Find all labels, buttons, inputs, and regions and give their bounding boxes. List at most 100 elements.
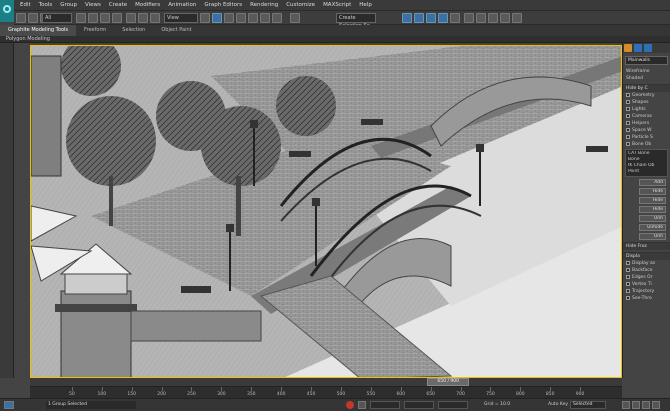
ribbon-tab-selection[interactable]: Selection <box>114 25 153 36</box>
time-slider-knob[interactable]: 650 / 900 <box>427 378 470 386</box>
ribbon-tab-graphite-modeling-tools[interactable]: Graphite Modeling Tools <box>0 25 77 36</box>
display-checkbox[interactable]: Vertex Ti <box>623 281 670 288</box>
angle-snap-icon[interactable] <box>248 13 258 23</box>
category-checkbox[interactable]: Space W <box>623 127 670 134</box>
ribbon-tab-object-paint[interactable]: Object Paint <box>153 25 199 36</box>
y-coordinate-field[interactable] <box>404 401 434 409</box>
category-checkbox[interactable]: Shapes <box>623 99 670 106</box>
command-button[interactable]: Unhide <box>639 224 666 231</box>
undo-icon[interactable] <box>16 13 26 23</box>
category-list[interactable]: CAT Bone Bone IK Chain Ob Point <box>625 149 668 177</box>
window-crossing-icon[interactable] <box>112 13 122 23</box>
auto-key-button[interactable]: Auto Key <box>548 402 568 407</box>
mirror-icon[interactable] <box>402 13 412 23</box>
move-icon[interactable] <box>126 13 136 23</box>
category-checkbox[interactable]: Bone Ob <box>623 141 670 148</box>
menu-help[interactable]: Help <box>359 1 372 10</box>
menu-group[interactable]: Group <box>60 1 77 10</box>
modify-tab-icon[interactable] <box>634 44 642 52</box>
scale-icon[interactable] <box>150 13 160 23</box>
layer-manager-icon[interactable] <box>426 13 436 23</box>
go-to-end-icon[interactable] <box>652 401 660 409</box>
lock-selection-icon[interactable] <box>346 401 354 409</box>
redo-icon[interactable] <box>28 13 38 23</box>
rect-select-icon[interactable] <box>100 13 110 23</box>
schematic-view-icon[interactable] <box>464 13 474 23</box>
menu-tools[interactable]: Tools <box>39 1 53 10</box>
menu-edit[interactable]: Edit <box>20 1 31 10</box>
pivot-icon[interactable] <box>200 13 210 23</box>
menu-create[interactable]: Create <box>109 1 127 10</box>
menu-customize[interactable]: Customize <box>286 1 315 10</box>
keyboard-shortcut-icon[interactable] <box>224 13 234 23</box>
display-checkbox[interactable]: Trajectory <box>623 288 670 295</box>
key-mode-dropdown[interactable]: Selected <box>570 401 606 409</box>
create-tab-icon[interactable] <box>624 44 632 52</box>
app-logo[interactable] <box>0 0 14 22</box>
menu-modifiers[interactable]: Modifiers <box>135 1 160 10</box>
spinner-snap-icon[interactable] <box>272 13 282 23</box>
menu-graph-editors[interactable]: Graph Editors <box>204 1 242 10</box>
list-item[interactable]: Point <box>627 169 666 175</box>
menu-maxscript[interactable]: MAXScript <box>323 1 351 10</box>
display-checkbox[interactable]: Backface <box>623 267 670 274</box>
command-button[interactable]: Add <box>639 179 666 186</box>
command-button[interactable]: Unh <box>639 233 666 240</box>
menu-animation[interactable]: Animation <box>168 1 196 10</box>
rotate-icon[interactable] <box>138 13 148 23</box>
menu-views[interactable]: Views <box>85 1 101 10</box>
align-icon[interactable] <box>414 13 424 23</box>
command-button[interactable]: Unh <box>639 215 666 222</box>
tick-label: 250 <box>187 392 196 397</box>
hide-frozen-label[interactable]: Hide Froz <box>623 242 670 250</box>
next-frame-icon[interactable] <box>642 401 650 409</box>
rendered-frame-icon[interactable] <box>500 13 510 23</box>
checkbox-icon <box>626 267 630 272</box>
display-tab-icon[interactable] <box>644 44 652 52</box>
maxscript-listener-icon[interactable] <box>4 401 14 409</box>
ribbon-tab-freeform[interactable]: Freeform <box>76 25 114 36</box>
edit-named-selection-icon[interactable] <box>290 13 300 23</box>
menu-rendering[interactable]: Rendering <box>250 1 278 10</box>
play-icon[interactable] <box>632 401 640 409</box>
selection-filter-dropdown[interactable]: All <box>42 13 72 23</box>
percent-snap-icon[interactable] <box>260 13 270 23</box>
polygon-modeling-label[interactable]: Polygon Modeling <box>6 36 50 43</box>
select-icon[interactable] <box>76 13 86 23</box>
track-bar[interactable]: 50 100 150 200 250 300 350 400 450 500 550 600 650 70… <box>30 386 622 398</box>
display-checkbox[interactable]: Display as <box>623 260 670 267</box>
perspective-viewport[interactable] <box>30 45 622 378</box>
x-coordinate-field[interactable] <box>370 401 400 409</box>
command-button[interactable]: Hide <box>639 197 666 204</box>
checkbox-icon <box>626 288 630 293</box>
graphite-toggle-icon[interactable] <box>438 13 448 23</box>
time-slider[interactable]: 650 / 900 <box>30 378 622 386</box>
tick-mark <box>311 387 313 391</box>
z-coordinate-field[interactable] <box>438 401 468 409</box>
render-setup-icon[interactable] <box>488 13 498 23</box>
object-name-field[interactable]: Mainwalls <box>625 56 668 65</box>
category-checkbox[interactable]: Particle S <box>623 134 670 141</box>
curve-editor-icon[interactable] <box>450 13 460 23</box>
reference-coord-dropdown[interactable]: View <box>164 13 198 23</box>
display-checkbox[interactable]: Edges Or <box>623 274 670 281</box>
category-checkbox[interactable]: Cameras <box>623 113 670 120</box>
tick-mark <box>281 387 283 391</box>
select-by-name-icon[interactable] <box>88 13 98 23</box>
render-icon[interactable] <box>512 13 522 23</box>
named-selection-dropdown[interactable]: Create Selection Se <box>336 13 376 29</box>
category-checkbox[interactable]: Helpers <box>623 120 670 127</box>
tick-label: 350 <box>246 392 256 397</box>
command-button[interactable]: Hide <box>639 188 666 195</box>
absolute-mode-icon[interactable] <box>358 401 366 409</box>
material-editor-icon[interactable] <box>476 13 486 23</box>
display-properties-rollout[interactable]: Displa <box>623 252 670 260</box>
category-checkbox[interactable]: Lights <box>623 106 670 113</box>
hide-by-category-rollout[interactable]: Hide by C <box>623 84 670 92</box>
command-button[interactable]: Hide <box>639 206 666 213</box>
category-checkbox[interactable]: Geometry <box>623 92 670 99</box>
go-to-start-icon[interactable] <box>622 401 630 409</box>
select-manipulate-icon[interactable] <box>212 13 222 23</box>
display-checkbox[interactable]: See-Thro <box>623 295 670 302</box>
snap-3d-icon[interactable] <box>236 13 246 23</box>
